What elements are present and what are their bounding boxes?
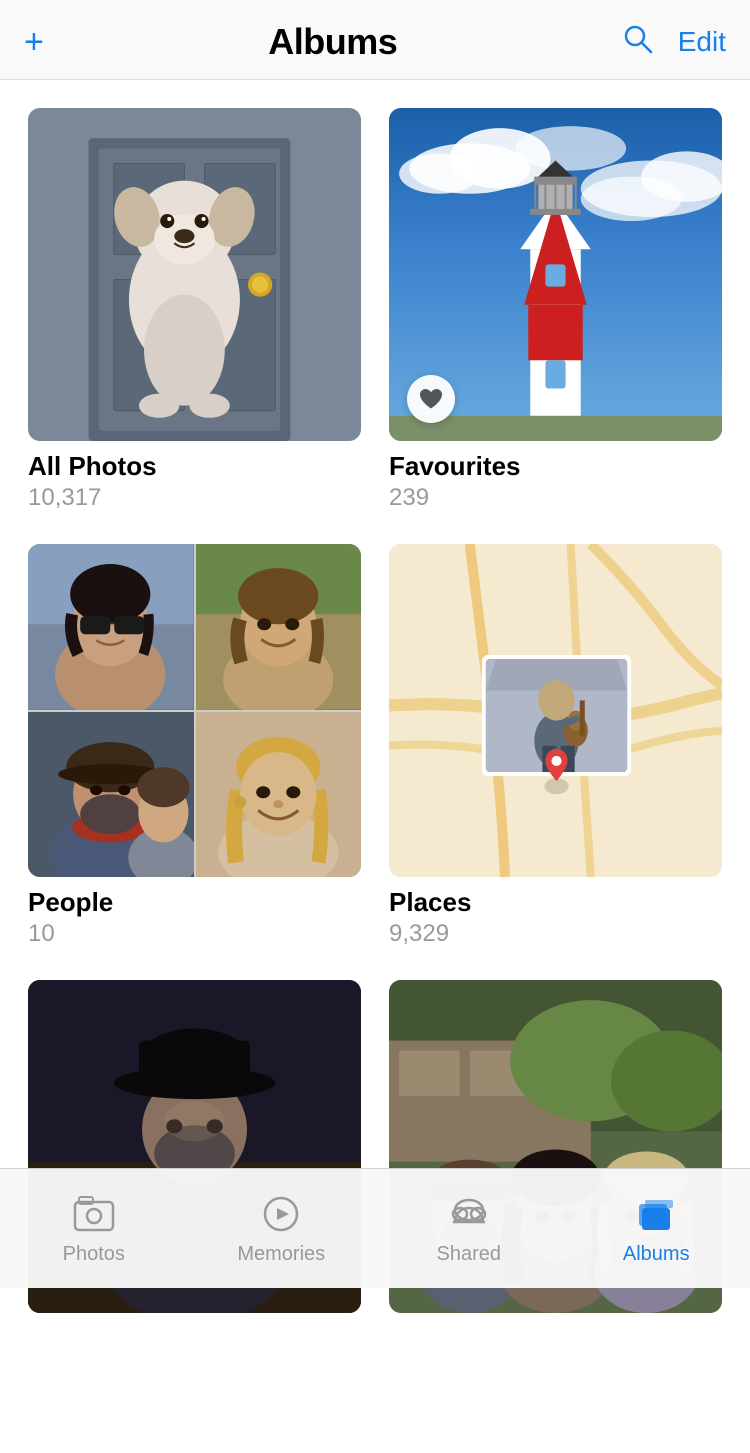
header: + Albums Edit [0, 0, 750, 80]
album-item-all-photos[interactable]: All Photos 10,317 [28, 108, 361, 512]
album-name-favourites: Favourites [389, 451, 722, 482]
album-name-people: People [28, 887, 361, 918]
tab-label-photos: Photos [63, 1243, 125, 1266]
people-cell-2 [196, 544, 362, 710]
tab-label-albums: Albums [623, 1243, 690, 1266]
tab-item-albums[interactable]: Albums [576, 1191, 736, 1266]
album-count-people: 10 [28, 920, 361, 948]
album-thumb-favourites [389, 108, 722, 441]
page-title: Albums [268, 21, 397, 63]
album-item-places[interactable]: Places 9,329 [389, 544, 722, 948]
people-cell-1 [28, 544, 194, 710]
memories-icon [256, 1191, 306, 1237]
heart-badge [407, 375, 455, 423]
photos-icon [69, 1191, 119, 1237]
album-thumb-all-photos [28, 108, 361, 441]
people-cell-3 [28, 712, 194, 878]
edit-button[interactable]: Edit [678, 26, 726, 58]
album-name-places: Places [389, 887, 722, 918]
albums-icon [631, 1191, 681, 1237]
header-left: + [24, 25, 44, 59]
album-count-favourites: 239 [389, 484, 722, 512]
tab-label-memories: Memories [237, 1243, 325, 1266]
album-count-places: 9,329 [389, 920, 722, 948]
album-thumb-people [28, 544, 361, 877]
album-thumb-places [389, 544, 722, 877]
tab-item-photos[interactable]: Photos [14, 1191, 174, 1266]
tab-item-memories[interactable]: Memories [201, 1191, 361, 1266]
album-item-people[interactable]: People 10 [28, 544, 361, 948]
album-item-favourites[interactable]: Favourites 239 [389, 108, 722, 512]
tab-bar: Photos Memories Shared [0, 1168, 750, 1288]
album-name-all-photos: All Photos [28, 451, 361, 482]
album-count-all-photos: 10,317 [28, 484, 361, 512]
tab-label-shared: Shared [437, 1243, 502, 1266]
albums-grid: All Photos 10,317 [0, 80, 750, 1323]
search-button[interactable] [622, 23, 654, 61]
shared-icon [444, 1191, 494, 1237]
people-cell-4 [196, 712, 362, 878]
add-button[interactable]: + [24, 25, 44, 59]
header-right: Edit [622, 23, 726, 61]
tab-item-shared[interactable]: Shared [389, 1191, 549, 1266]
